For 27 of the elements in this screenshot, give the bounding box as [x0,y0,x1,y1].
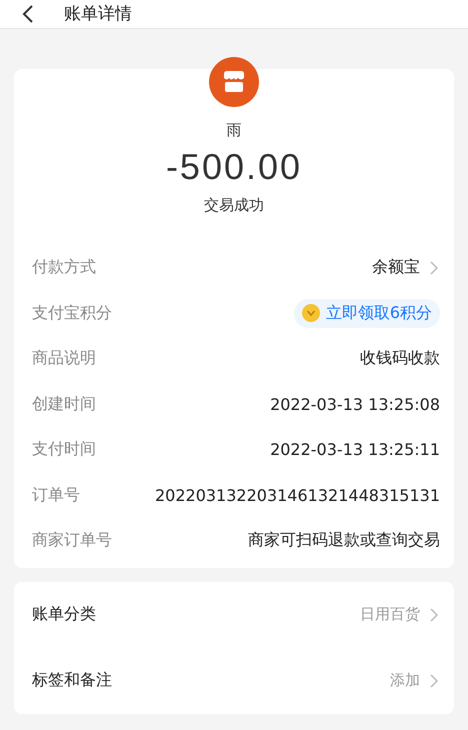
detail-label: 创建时间 [32,394,96,415]
detail-label: 商品说明 [32,348,96,370]
status-text: 交易成功 [204,196,264,215]
detail-value: 商家可扫码退款或查询交易 [248,530,440,552]
setting-value[interactable]: 添加 [390,671,420,690]
detail-label: 支付宝积分 [32,302,112,324]
detail-label: 订单号 [32,484,80,506]
detail-label: 付款方式 [32,257,96,278]
detail-label: 商家订单号 [32,530,112,552]
chevron-icon[interactable] [430,608,438,622]
setting-label: 账单分类 [32,604,96,625]
chevron-icon[interactable] [430,674,438,688]
back-icon[interactable] [22,4,34,24]
amount: -500.00 [166,146,302,188]
detail-value: 收钱码收款 [360,348,440,370]
detail-value: 2022-03-13 13:25:11 [270,440,440,460]
setting-label: 标签和备注 [32,670,112,691]
payee-name: 雨 [226,121,242,140]
setting-value[interactable]: 日用百货 [360,605,420,624]
detail-label: 支付时间 [32,439,96,460]
points-badge[interactable]: 立即领取6积分 [294,298,440,328]
detail-value: 2022-03-13 13:25:08 [270,394,440,414]
detail-value[interactable]: 余额宝 [372,257,420,278]
detail-value: 2022031322031461321448315131 [154,486,440,505]
page-title: 账单详情 [64,4,132,24]
coin-icon [302,304,320,322]
chevron-icon[interactable] [430,260,438,275]
